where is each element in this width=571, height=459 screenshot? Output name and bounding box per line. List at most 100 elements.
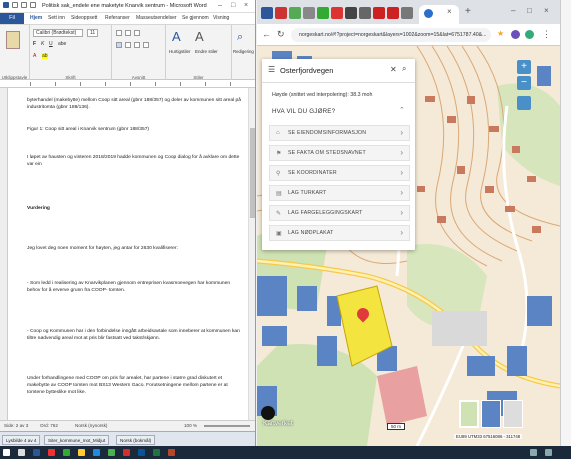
bookmark-star-icon[interactable]: ★ bbox=[497, 29, 504, 38]
minimize-icon[interactable]: – bbox=[511, 6, 515, 15]
quick-styles-icon[interactable]: A bbox=[172, 29, 181, 44]
paragraph[interactable]: - Som ledd i realisering av Knarvikplane… bbox=[27, 280, 242, 294]
horizontal-ruler[interactable] bbox=[0, 80, 255, 88]
word-count[interactable]: Ord: 762 bbox=[40, 423, 58, 428]
figure-caption[interactable]: Figur 1: Coop sitt areal i Knarvik sentr… bbox=[27, 126, 242, 133]
zoom-slider[interactable] bbox=[204, 425, 250, 427]
window-tab[interactable]: Norsk (bokmål) bbox=[116, 435, 156, 445]
profile-avatar[interactable] bbox=[525, 30, 534, 39]
refresh-icon[interactable]: ↻ bbox=[277, 29, 285, 40]
search-icon[interactable]: ⌕ bbox=[402, 64, 406, 74]
justify-icon[interactable] bbox=[143, 42, 149, 48]
italic-button[interactable]: K bbox=[41, 41, 44, 47]
align-center-icon[interactable] bbox=[125, 42, 131, 48]
action-property-info[interactable]: ⌂ SE EIENDOMSINFORMASJON › bbox=[269, 125, 410, 141]
browser-tab[interactable] bbox=[261, 7, 273, 19]
browser-tab[interactable] bbox=[345, 7, 357, 19]
page-count[interactable]: Side: 2 av 3 bbox=[4, 423, 28, 428]
close-icon[interactable]: ✕ bbox=[390, 65, 397, 74]
browser-tab[interactable] bbox=[387, 7, 399, 19]
tab-page-layout[interactable]: Sideoppsett bbox=[71, 15, 97, 21]
align-left-icon[interactable] bbox=[116, 42, 122, 48]
basemap-thumb-topo[interactable] bbox=[459, 400, 479, 428]
change-styles-icon[interactable]: A bbox=[195, 29, 204, 44]
tab-close-icon[interactable]: × bbox=[447, 7, 452, 16]
language-status[interactable]: Norsk (nynorsk) bbox=[75, 423, 107, 428]
browser-tab[interactable] bbox=[289, 7, 301, 19]
font-size-select[interactable]: 11 bbox=[87, 29, 99, 37]
bullets-icon[interactable] bbox=[116, 30, 122, 36]
browser-tab[interactable] bbox=[275, 7, 287, 19]
zoom-level[interactable]: 100 % bbox=[184, 423, 197, 428]
editing-label[interactable]: Redigering bbox=[233, 49, 254, 54]
tab-references[interactable]: Referanser bbox=[105, 15, 130, 21]
chrome-icon[interactable] bbox=[108, 449, 115, 456]
paragraph[interactable]: - Coop og Kommunen har i den forbindelse… bbox=[27, 328, 242, 342]
folder-icon[interactable] bbox=[78, 449, 85, 456]
action-emergency-poster[interactable]: ▣ LAG NØDPLAKAT › bbox=[269, 225, 410, 241]
start-icon[interactable] bbox=[3, 449, 10, 456]
maximize-icon[interactable]: □ bbox=[527, 6, 532, 15]
back-icon[interactable]: ← bbox=[262, 29, 271, 39]
browser-tab[interactable] bbox=[401, 7, 413, 19]
paste-icon[interactable] bbox=[6, 31, 20, 49]
numbering-icon[interactable] bbox=[125, 30, 131, 36]
action-coloring-map[interactable]: ✎ LAG FARGELEGGINGSKART › bbox=[269, 205, 410, 221]
chevron-up-icon[interactable]: ⌃ bbox=[399, 106, 405, 114]
window-tab[interactable]: Siter_kommune_mot_Midjut bbox=[44, 435, 110, 445]
font-name-select[interactable]: Calibri (Brødtekst) bbox=[33, 29, 83, 37]
underline-button[interactable]: U bbox=[49, 41, 53, 47]
app-taskbar-icon[interactable] bbox=[93, 449, 100, 456]
url-input[interactable]: norgeskart.no/#!?project=norgeskart&laye… bbox=[291, 28, 491, 42]
excel-icon[interactable] bbox=[153, 449, 160, 456]
maximize-icon[interactable]: □ bbox=[231, 2, 235, 9]
basemap-thumb-aerial[interactable] bbox=[481, 400, 501, 428]
action-hiking-map[interactable]: ▤ LAG TURKART › bbox=[269, 185, 410, 201]
undo-icon[interactable] bbox=[21, 2, 27, 8]
section-heading[interactable]: Vurdering bbox=[27, 205, 242, 212]
bold-button[interactable]: F bbox=[33, 41, 36, 47]
word-taskbar-icon[interactable] bbox=[33, 449, 40, 456]
app-taskbar-icon[interactable] bbox=[63, 449, 70, 456]
browser-tab[interactable] bbox=[359, 7, 371, 19]
tab-review[interactable]: Se gjennom bbox=[182, 15, 209, 21]
redo-icon[interactable] bbox=[30, 2, 36, 8]
hamburger-menu-icon[interactable]: ☰ bbox=[268, 65, 275, 74]
close-icon[interactable]: × bbox=[544, 6, 549, 15]
extension-icon[interactable] bbox=[511, 30, 520, 39]
paragraph[interactable]: byterhandel (makebytte) mellom Coop sitt… bbox=[27, 97, 242, 111]
align-right-icon[interactable] bbox=[134, 42, 140, 48]
font-color-button[interactable]: A bbox=[33, 53, 36, 59]
strikethrough-button[interactable]: abe bbox=[58, 41, 66, 47]
tab-view[interactable]: Visning bbox=[213, 15, 229, 21]
browser-tab[interactable] bbox=[373, 7, 385, 19]
window-tab[interactable]: Lysbilde 4 av 4 bbox=[2, 435, 41, 445]
close-icon[interactable]: × bbox=[244, 2, 248, 9]
system-tray-icon[interactable] bbox=[530, 449, 537, 456]
action-placename-facts[interactable]: ⚑ SE FAKTA OM STEDSNAVNET › bbox=[269, 145, 410, 161]
basemap-thumb-grey[interactable] bbox=[503, 400, 523, 428]
app-taskbar-icon[interactable] bbox=[123, 449, 130, 456]
find-icon[interactable]: ⌕ bbox=[237, 31, 243, 44]
scrollbar-thumb[interactable] bbox=[250, 128, 255, 218]
browser-tab[interactable] bbox=[317, 7, 329, 19]
vertical-ruler[interactable] bbox=[0, 88, 8, 420]
paragraph[interactable]: Jeg lovet deg noen moment for høyten, je… bbox=[27, 245, 242, 252]
browser-tab[interactable] bbox=[303, 7, 315, 19]
tab-mailings[interactable]: Masseutsendelser bbox=[136, 15, 177, 21]
new-tab-icon[interactable]: + bbox=[465, 6, 471, 17]
minimize-icon[interactable]: – bbox=[218, 2, 222, 9]
action-coordinates[interactable]: ⚲ SE KOORDINATER › bbox=[269, 165, 410, 181]
zoom-in-button[interactable]: + bbox=[517, 60, 531, 74]
document-page[interactable]: byterhandel (makebytte) mellom Coop sitt… bbox=[8, 88, 248, 420]
indent-icon[interactable] bbox=[134, 30, 140, 36]
paragraph[interactable]: Under forhandlingene med COOP om pris fo… bbox=[27, 375, 242, 396]
highlight-button[interactable]: ab bbox=[42, 53, 48, 59]
tab-home[interactable]: Hjem bbox=[30, 15, 42, 21]
vertical-scrollbar[interactable] bbox=[248, 88, 255, 420]
menu-icon[interactable]: ⋮ bbox=[542, 29, 551, 40]
powerpoint-icon[interactable] bbox=[168, 449, 175, 456]
locate-button[interactable] bbox=[517, 96, 531, 110]
clock-icon[interactable] bbox=[545, 449, 552, 456]
paragraph[interactable]: I løpet av hausten og vinteren 2018/2019… bbox=[27, 154, 242, 168]
